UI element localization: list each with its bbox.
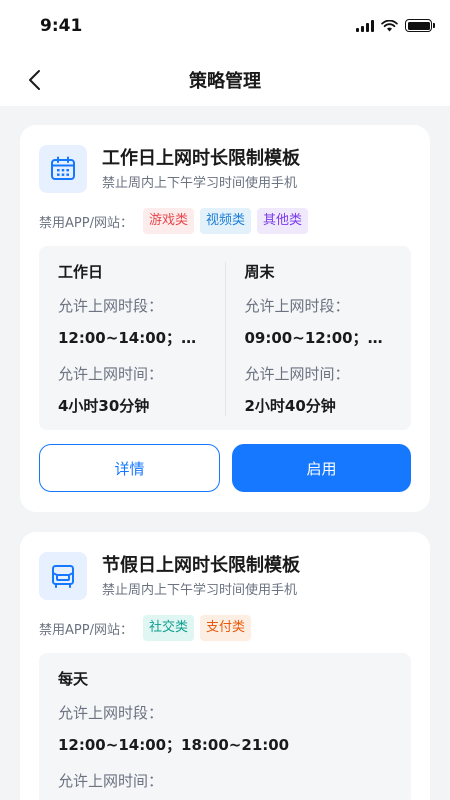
blocked-apps-label: 禁用APP/网站： [39, 215, 133, 231]
back-button[interactable] [20, 66, 48, 94]
calendar-icon [39, 145, 87, 193]
column-heading: 周末 [244, 263, 275, 281]
card-title: 节假日上网时长限制模板 [102, 555, 300, 576]
card-header: 工作日上网时长限制模板 禁止周内上下午学习时间使用手机 [39, 145, 411, 193]
column-heading: 每天 [58, 670, 89, 688]
schedule-column-daily: 每天 允许上网时段： 12:00~14:00；18:00~21:00 允许上网时… [58, 669, 392, 791]
details-button[interactable]: 详情 [39, 444, 220, 492]
schedule-panel: 工作日 允许上网时段： 12:00~14:00；18:00~21:00 允许上网… [39, 246, 411, 430]
strategy-card-holiday: 节假日上网时长限制模板 禁止周内上下午学习时间使用手机 禁用APP/网站： 社交… [20, 532, 430, 800]
blocked-tags: 禁用APP/网站： 社交类 支付类 [39, 615, 411, 641]
battery-icon [405, 19, 435, 32]
allowed-duration-label: 允许上网时间： [244, 365, 350, 383]
status-icons [356, 19, 435, 32]
allowed-duration-value: 4小时30分钟 [58, 397, 150, 415]
status-time: 9:41 [40, 16, 83, 36]
card-header: 节假日上网时长限制模板 禁止周内上下午学习时间使用手机 [39, 552, 411, 600]
blocked-tags: 禁用APP/网站： 游戏类 视频类 其他类 [39, 208, 411, 234]
chevron-left-icon [29, 70, 40, 90]
strategy-card-workday: 工作日上网时长限制模板 禁止周内上下午学习时间使用手机 禁用APP/网站： 游戏… [20, 125, 430, 512]
nav-bar: 策略管理 [0, 54, 450, 106]
allowed-period-value: 12:00~14:00；18:00~21:00 [58, 736, 290, 754]
card-title: 工作日上网时长限制模板 [102, 148, 300, 169]
allowed-period-label: 允许上网时段： [244, 297, 350, 315]
tag-other: 其他类 [256, 208, 308, 234]
allowed-period-label: 允许上网时段： [58, 297, 164, 315]
allowed-duration-value: 2小时40分钟 [244, 397, 336, 415]
card-subtitle: 禁止周内上下午学习时间使用手机 [102, 176, 298, 191]
card-titles: 节假日上网时长限制模板 禁止周内上下午学习时间使用手机 [102, 552, 300, 600]
strategy-list[interactable]: 工作日上网时长限制模板 禁止周内上下午学习时间使用手机 禁用APP/网站： 游戏… [0, 106, 450, 800]
column-heading: 工作日 [58, 263, 104, 281]
tag-games: 游戏类 [142, 208, 194, 234]
schedule-column-weekend: 周末 允许上网时段： 09:00~12:00；14:00~18:00 允许上网时… [224, 262, 393, 416]
blocked-apps-label: 禁用APP/网站： [39, 622, 133, 638]
tag-payment: 支付类 [199, 615, 251, 641]
allowed-period-label: 允许上网时段： [58, 704, 164, 722]
enable-button[interactable]: 启用 [232, 444, 411, 492]
wifi-icon [381, 19, 398, 31]
tag-video: 视频类 [199, 208, 251, 234]
card-subtitle: 禁止周内上下午学习时间使用手机 [102, 583, 298, 598]
top-bar: 9:41 策略管理 [0, 0, 450, 106]
allowed-period-value: 12:00~14:00；18:00~21:00 [58, 329, 206, 347]
allowed-duration-label: 允许上网时间： [58, 365, 164, 383]
allowed-period-value: 09:00~12:00；14:00~18:00 [244, 329, 393, 347]
card-actions: 详情 启用 [39, 444, 411, 492]
schedule-column-workday: 工作日 允许上网时段： 12:00~14:00；18:00~21:00 允许上网… [58, 262, 225, 416]
page-title: 策略管理 [189, 71, 261, 92]
signal-icon [356, 19, 374, 32]
sofa-icon [39, 552, 87, 600]
allowed-duration-label: 允许上网时间： [58, 772, 164, 790]
tag-social: 社交类 [142, 615, 194, 641]
card-titles: 工作日上网时长限制模板 禁止周内上下午学习时间使用手机 [102, 145, 300, 193]
schedule-panel: 每天 允许上网时段： 12:00~14:00；18:00~21:00 允许上网时… [39, 653, 411, 800]
status-bar: 9:41 [0, 0, 450, 54]
